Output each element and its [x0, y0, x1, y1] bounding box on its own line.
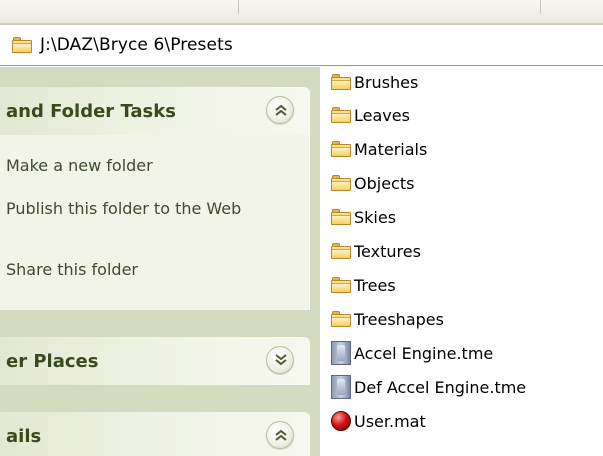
folder-icon [331, 209, 351, 225]
folder-icon [331, 107, 351, 123]
file-folder-tasks-body: Make a new folder Publish this folder to… [0, 135, 310, 310]
list-item[interactable]: Treeshapes [331, 304, 444, 334]
list-item[interactable]: Brushes [331, 67, 418, 97]
folder-icon [331, 311, 351, 327]
other-places-header[interactable]: er Places [0, 337, 310, 385]
folder-icon [331, 74, 351, 90]
list-item[interactable]: Accel Engine.tme [331, 338, 493, 368]
list-item[interactable]: Leaves [331, 100, 410, 130]
address-bar[interactable]: J:\DAZ\Bryce 6\Presets [0, 24, 603, 66]
file-name: Materials [354, 139, 428, 159]
list-item[interactable]: Skies [331, 202, 396, 232]
file-name: Trees [354, 275, 396, 295]
list-item[interactable]: Textures [331, 236, 421, 266]
file-name: Leaves [354, 105, 410, 125]
details-header[interactable]: ails [0, 412, 310, 456]
file-name: Treeshapes [354, 309, 444, 329]
panel-title: er Places [6, 350, 99, 372]
task-pane: and Folder Tasks Make a new folder Publi… [0, 67, 320, 456]
toolbar-separator [540, 0, 541, 14]
folder-icon [12, 37, 32, 53]
tme-file-icon [331, 341, 351, 365]
file-folder-tasks-header[interactable]: and Folder Tasks [0, 87, 310, 135]
tme-file-icon [331, 375, 351, 399]
panel-title: and Folder Tasks [6, 100, 176, 122]
folder-icon [331, 175, 351, 191]
chevron-down-double-icon[interactable] [266, 346, 294, 374]
file-name: Skies [354, 207, 397, 227]
file-name: Textures [354, 241, 421, 261]
chevron-up-double-icon[interactable] [266, 96, 294, 124]
folder-icon [331, 141, 351, 157]
folder-icon [331, 277, 351, 293]
list-item[interactable]: Def Accel Engine.tme [331, 372, 526, 402]
file-name: Def Accel Engine.tme [354, 377, 527, 397]
panel-title: ails [6, 425, 42, 447]
list-item[interactable]: Objects [331, 168, 414, 198]
share-folder-link[interactable]: Share this folder [6, 259, 296, 280]
folder-icon [331, 243, 351, 259]
chevron-up-double-icon[interactable] [266, 421, 294, 449]
toolbar-separator [238, 0, 239, 14]
file-name: Accel Engine.tme [354, 343, 494, 363]
file-name: User.mat [354, 411, 426, 431]
list-item[interactable]: Materials [331, 134, 427, 164]
make-new-folder-link[interactable]: Make a new folder [6, 155, 296, 176]
publish-folder-web-link[interactable]: Publish this folder to the Web [6, 198, 256, 219]
file-name: Brushes [354, 72, 419, 92]
list-item[interactable]: User.mat [331, 406, 426, 436]
address-path[interactable]: J:\DAZ\Bryce 6\Presets [40, 35, 233, 55]
toolbar-strip [0, 0, 603, 24]
mat-file-icon [331, 411, 351, 431]
list-item[interactable]: Trees [331, 270, 396, 300]
file-name: Objects [354, 173, 415, 193]
